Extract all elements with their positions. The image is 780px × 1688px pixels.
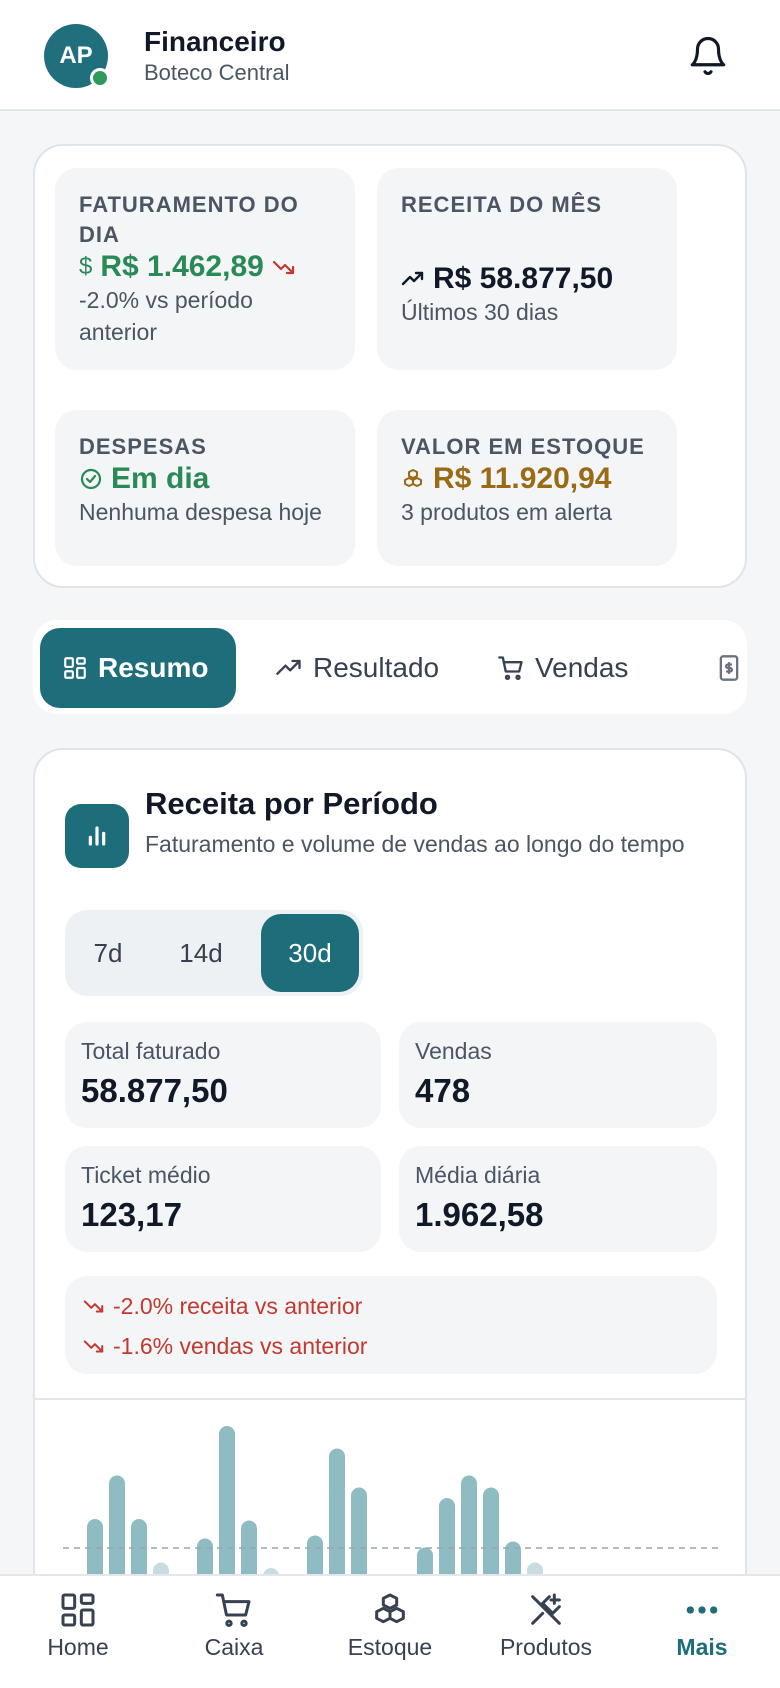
tab-more[interactable] — [693, 628, 747, 708]
kpi-value-row: $ R$ 1.462,89 — [79, 250, 331, 284]
period-14d-button[interactable]: 14d — [153, 914, 249, 992]
bottom-nav: Home Caixa Estoque Produtos Mais — [0, 1574, 780, 1688]
kpi-value: R$ 58.877,50 — [433, 262, 614, 295]
nav-label: Home — [47, 1634, 109, 1660]
tab-label: Resumo — [98, 652, 209, 683]
kpi-label: FATURAMENTO DO DIA — [79, 192, 299, 247]
trend-up-icon — [276, 659, 301, 675]
tab-vendas[interactable]: Vendas — [475, 628, 650, 708]
kpi-note: 3 produtos em alerta — [401, 499, 612, 525]
revenue-card: Receita por Período Faturamento e volume… — [33, 748, 747, 1688]
kpi-receita[interactable]: RECEITA DO MÊS R$ 58.877,50 Últimos 30 d… — [377, 168, 677, 370]
grid-icon — [64, 657, 86, 679]
stat-value: 1.962,58 — [415, 1196, 544, 1233]
stat-label: Ticket médio — [81, 1162, 211, 1188]
trend-up-icon — [401, 271, 424, 286]
check-circle-icon — [80, 468, 102, 490]
trend-text: -2.0% receita vs anterior — [113, 1293, 363, 1319]
receipt-icon — [719, 655, 739, 681]
chart-bar[interactable] — [351, 1487, 367, 1587]
stat-value: 123,17 — [81, 1196, 182, 1233]
kpi-note: Últimos 30 dias — [401, 299, 559, 325]
nav-label: Caixa — [204, 1634, 264, 1660]
stat-ticket: Ticket médio 123,17 — [65, 1146, 381, 1252]
nav-home[interactable]: Home — [0, 1590, 156, 1661]
chart-bar[interactable] — [329, 1448, 345, 1587]
nav-label: Produtos — [499, 1634, 593, 1660]
boxes-icon — [375, 1593, 405, 1624]
kpi-note: -2.0% vs período anterior — [79, 287, 253, 345]
kpi-label: DESPESAS — [79, 434, 207, 459]
trend-down-icon — [83, 1300, 104, 1313]
more-dots-icon — [686, 1606, 718, 1614]
section-tabs: Resumo Resultado Vendas — [33, 620, 747, 714]
chart-bar[interactable] — [439, 1498, 455, 1586]
kpi-estoque[interactable]: VALOR EM ESTOQUE R$ 11.920,94 3 produtos… — [377, 410, 677, 566]
revenue-bar-chart — [63, 1426, 719, 1587]
period-7d-button[interactable]: 7d — [69, 914, 147, 992]
stat-label: Média diária — [415, 1162, 541, 1188]
nav-caixa[interactable]: Caixa — [156, 1590, 312, 1661]
nav-produtos[interactable]: Produtos — [468, 1590, 624, 1661]
kpi-despesas[interactable]: DESPESAS Em dia Nenhuma despesa hoje — [55, 410, 355, 566]
period-30d-button[interactable]: 30d — [261, 914, 359, 992]
stat-total: Total faturado 58.877,50 — [65, 1022, 381, 1128]
avatar-initials: AP — [59, 42, 93, 69]
trend-vendas: -1.6% vendas vs anterior — [83, 1326, 699, 1366]
top-bar: AP Financeiro Boteco Central — [0, 0, 780, 111]
kpi-faturamento[interactable]: FATURAMENTO DO DIA $ R$ 1.462,89 -2.0% v… — [55, 168, 355, 370]
stat-media: Média diária 1.962,58 — [399, 1146, 717, 1252]
kpi-card: FATURAMENTO DO DIA $ R$ 1.462,89 -2.0% v… — [33, 144, 747, 588]
stat-value: 58.877,50 — [81, 1072, 228, 1109]
kpi-note: Nenhuma despesa hoje — [79, 499, 322, 525]
stat-vendas: Vendas 478 — [399, 1022, 717, 1128]
trend-summary: -2.0% receita vs anterior -1.6% vendas v… — [65, 1276, 717, 1374]
utensils-icon — [531, 1593, 561, 1625]
kpi-value: R$ 11.920,94 — [433, 462, 612, 495]
chart-bar[interactable] — [483, 1487, 499, 1587]
cart-icon — [498, 656, 523, 681]
trend-down-icon — [272, 260, 294, 275]
kpi-value: Em dia — [111, 462, 210, 495]
tab-resultado[interactable]: Resultado — [253, 628, 461, 708]
boxes-icon — [404, 469, 422, 487]
kpi-value-row: R$ 58.877,50 — [401, 262, 653, 296]
bar-chart-icon — [65, 804, 129, 868]
card-title: Receita por Período — [145, 786, 438, 821]
nav-mais[interactable]: Mais — [624, 1590, 780, 1661]
home-grid-icon — [61, 1593, 95, 1627]
tab-label: Vendas — [535, 652, 629, 683]
stat-label: Total faturado — [81, 1038, 221, 1064]
tab-resumo[interactable]: Resumo — [40, 628, 236, 708]
chart-bar[interactable] — [461, 1475, 477, 1587]
tab-label: Resultado — [313, 652, 440, 683]
trend-receita: -2.0% receita vs anterior — [83, 1286, 699, 1326]
bell-icon[interactable] — [687, 35, 729, 77]
kpi-label: RECEITA DO MÊS — [401, 192, 603, 217]
period-selector: 7d 14d 30d — [65, 910, 363, 996]
kpi-label: VALOR EM ESTOQUE — [401, 434, 645, 459]
kpi-value: R$ 1.462,89 — [100, 250, 264, 283]
trend-down-icon — [83, 1340, 104, 1353]
dollar-icon: $ — [79, 253, 93, 280]
page-title: Financeiro — [144, 26, 286, 57]
kpi-value-row: R$ 11.920,94 — [401, 462, 653, 496]
card-subtitle: Faturamento e volume de vendas ao longo … — [145, 831, 685, 857]
nav-estoque[interactable]: Estoque — [312, 1590, 468, 1661]
stat-value: 478 — [415, 1072, 471, 1109]
cart-icon — [215, 1593, 251, 1628]
chart-bar[interactable] — [109, 1475, 125, 1587]
avatar[interactable]: AP — [44, 24, 110, 88]
stat-label: Vendas — [415, 1038, 492, 1064]
nav-label: Estoque — [347, 1634, 433, 1660]
trend-text: -1.6% vendas vs anterior — [113, 1333, 368, 1359]
nav-label: Mais — [676, 1634, 728, 1660]
establishment-name: Boteco Central — [144, 60, 290, 85]
kpi-value-row: Em dia — [79, 462, 331, 496]
online-status-dot — [90, 68, 110, 88]
chart-bar[interactable] — [219, 1426, 235, 1586]
